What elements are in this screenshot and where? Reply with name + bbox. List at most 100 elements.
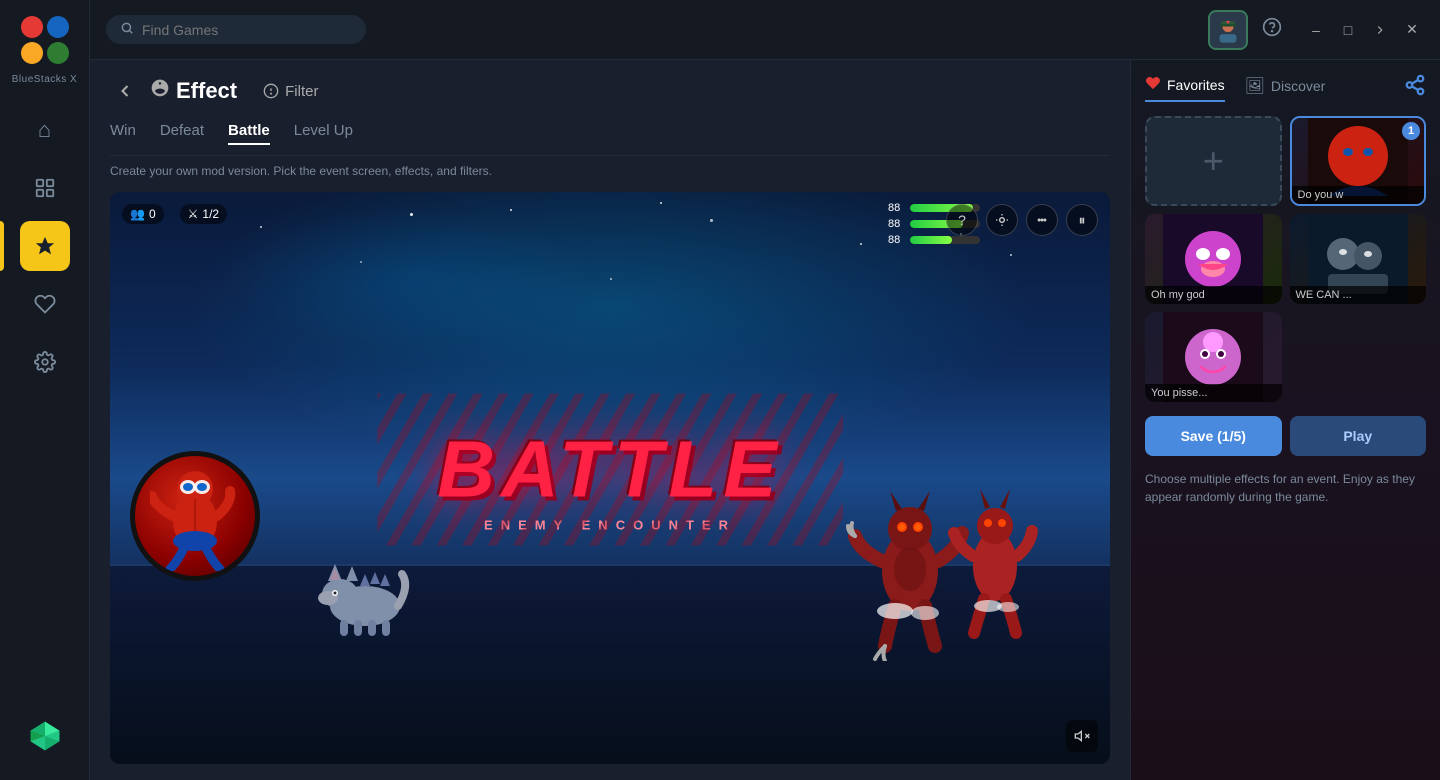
panel-note: Choose multiple effects for an event. En… (1145, 470, 1426, 506)
panel-title-text: Effect (176, 78, 237, 104)
thumb1-label: Do you w (1292, 186, 1425, 204)
content-area: Effect Filter Win Defeat Battle Level Up (90, 60, 1440, 780)
hud-chat-button[interactable] (1026, 204, 1058, 236)
navigate-button[interactable] (1368, 18, 1392, 42)
tab-discover[interactable]: 🖼 Discover (1245, 76, 1326, 100)
thumb4-label: You pisse... (1145, 384, 1282, 402)
close-button[interactable]: ✕ (1400, 18, 1424, 42)
tab-defeat[interactable]: Defeat (160, 122, 204, 145)
maximize-button[interactable]: □ (1336, 18, 1360, 42)
players-icon: 👥 (130, 207, 145, 221)
logo-yellow (21, 42, 43, 64)
panel-title: Effect (150, 78, 237, 104)
sidebar-library-wrap (0, 163, 89, 213)
thumb-you-pisse[interactable]: You pisse... (1145, 312, 1282, 402)
help-icon[interactable] (1262, 17, 1282, 42)
sidebar-item-settings[interactable] (20, 337, 70, 387)
sidebar-item-home[interactable]: ⌂ (20, 105, 70, 155)
save-button[interactable]: Save (1/5) (1145, 416, 1282, 456)
thumb-we-can[interactable]: WE CAN ... (1290, 214, 1427, 304)
share-button[interactable] (1404, 74, 1426, 102)
thumb1-badge: 1 (1402, 122, 1420, 140)
hp2-label: 88 (888, 218, 906, 230)
topbar: – □ ✕ (90, 0, 1440, 60)
filter-button[interactable]: Filter (263, 83, 318, 100)
tab-battle[interactable]: Battle (228, 122, 270, 145)
thumb-do-you-w[interactable]: 1 Do you w (1290, 116, 1427, 206)
filter-label: Filter (285, 83, 318, 100)
logo-blue (47, 16, 69, 38)
tab-win[interactable]: Win (110, 122, 136, 145)
favorites-tab-icon (1145, 75, 1161, 96)
sidebar-effects-wrap (0, 221, 89, 271)
hp1-label: 88 (888, 202, 906, 214)
sidebar: BlueStacks X ⌂ (0, 0, 90, 780)
active-indicator (0, 221, 4, 271)
hud-pause-button[interactable]: ⏸ (1066, 204, 1098, 236)
thumb-oh-my-god[interactable]: Oh my god (1145, 214, 1282, 304)
logo-circles (21, 16, 69, 64)
hp3-label: 88 (888, 234, 906, 246)
battles-count: 1/2 (202, 207, 219, 221)
battle-title: BATTLE (437, 424, 783, 516)
sidebar-item-effects[interactable] (20, 221, 70, 271)
logo-green (47, 42, 69, 64)
hp3-bar (910, 236, 980, 244)
minimize-button[interactable]: – (1304, 18, 1328, 42)
avatar[interactable] (1208, 10, 1248, 50)
discover-tab-icon: 🖼 (1245, 76, 1265, 96)
battle-subtitle: ENEMY ENCOUNTER (437, 518, 783, 533)
right-panel-tabs: Favorites 🖼 Discover (1145, 74, 1426, 102)
sidebar-settings-wrap (0, 337, 89, 387)
search-box[interactable] (106, 15, 366, 44)
players-count: 0 (149, 207, 156, 221)
sidebar-item-library[interactable] (20, 163, 70, 213)
players-badge: 👥 0 (122, 204, 164, 224)
game-preview: BATTLE ENEMY ENCOUNTER (110, 192, 1110, 764)
thumb3-label: WE CAN ... (1290, 286, 1427, 304)
logo-red (21, 16, 43, 38)
window-controls: – □ ✕ (1304, 18, 1424, 42)
thumb2-label: Oh my god (1145, 286, 1282, 304)
wolf-character (310, 546, 420, 650)
search-input[interactable] (142, 22, 352, 38)
gem-icon (21, 712, 69, 760)
sidebar-home-wrap: ⌂ (0, 105, 89, 155)
search-icon (120, 21, 134, 38)
tabs: Win Defeat Battle Level Up (110, 122, 1110, 156)
battles-badge: ⚔ 1/2 (180, 204, 227, 224)
hud-settings-button[interactable] (986, 204, 1018, 236)
battles-icon: ⚔ (188, 207, 199, 221)
discover-tab-label: Discover (1271, 78, 1325, 94)
battle-text: BATTLE ENEMY ENCOUNTER (437, 424, 783, 533)
topbar-right: – □ ✕ (1208, 10, 1424, 50)
tab-favorites[interactable]: Favorites (1145, 75, 1225, 102)
add-icon: + (1203, 140, 1224, 182)
hp3-fill (910, 236, 952, 244)
action-buttons: Save (1/5) Play (1145, 416, 1426, 456)
panel-header: Effect Filter (110, 76, 1110, 106)
tab-levelup[interactable]: Level Up (294, 122, 353, 145)
sidebar-favorites-wrap (0, 279, 89, 329)
main: – □ ✕ (90, 0, 1440, 780)
thumbnails-grid: + (1145, 116, 1426, 402)
sidebar-nav: ⌂ (0, 105, 89, 712)
hud-top-left: 👥 0 ⚔ 1/2 (122, 204, 227, 224)
play-button[interactable]: Play (1290, 416, 1427, 456)
sidebar-item-favorites[interactable] (20, 279, 70, 329)
mute-button[interactable] (1066, 720, 1098, 752)
hud-top-right: ? (946, 204, 1098, 236)
tab-description: Create your own mod version. Pick the ev… (110, 164, 1110, 178)
app-name: BlueStacks X (12, 74, 77, 85)
hud-bottom-right (1066, 720, 1098, 752)
effect-icon (150, 78, 170, 104)
favorites-tab-label: Favorites (1167, 77, 1225, 93)
back-button[interactable] (110, 76, 140, 106)
enemy-creatures (840, 461, 1060, 661)
sidebar-bottom (21, 712, 69, 770)
game-background: BATTLE ENEMY ENCOUNTER (110, 192, 1110, 764)
add-effect-button[interactable]: + (1145, 116, 1282, 206)
hud-help-button[interactable]: ? (946, 204, 978, 236)
left-panel: Effect Filter Win Defeat Battle Level Up (90, 60, 1130, 780)
spider-character (130, 451, 260, 581)
